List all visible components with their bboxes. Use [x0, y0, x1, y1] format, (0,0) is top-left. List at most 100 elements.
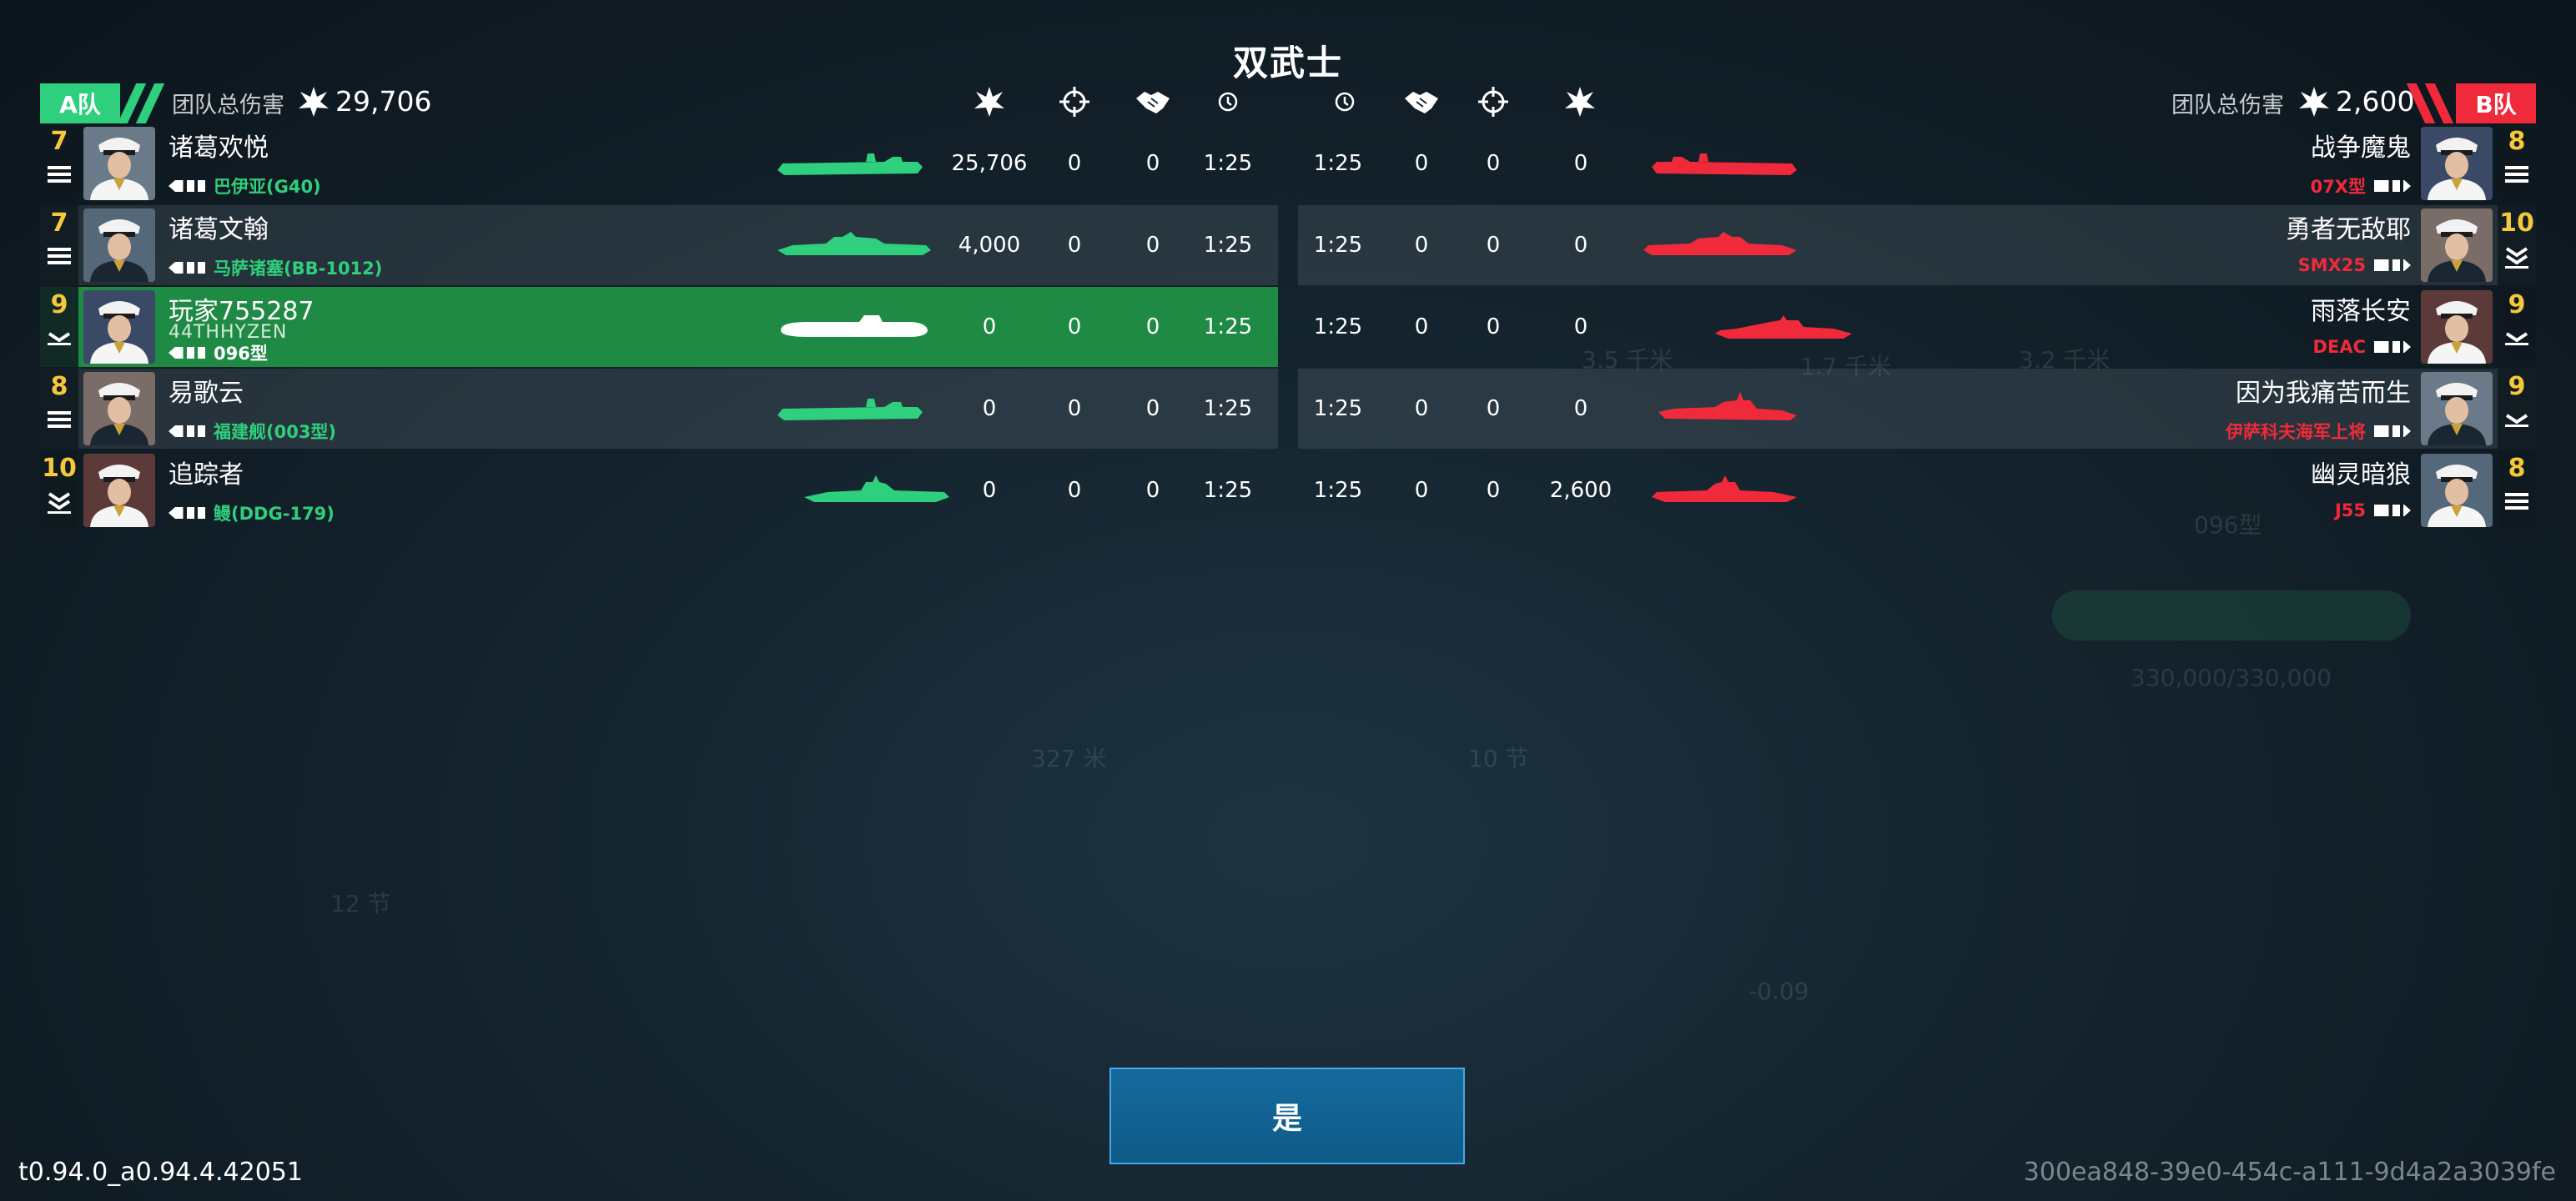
avatar	[83, 127, 155, 200]
background-hud-text: 12 节	[330, 890, 391, 917]
rank-badge: 9	[2498, 369, 2536, 449]
team-a-badge: A队	[40, 83, 120, 123]
kills-value: 0	[1486, 478, 1501, 503]
rank-badge: 9	[2498, 287, 2536, 367]
kills-value: 0	[1486, 151, 1501, 176]
damage-value: 25,706	[951, 151, 1028, 176]
player-level: 9	[50, 290, 68, 319]
avatar	[83, 454, 155, 527]
rank-badge: 8	[2498, 123, 2536, 204]
background-hud-text: 10 节	[1468, 745, 1529, 772]
ship-silhouette	[1640, 472, 1799, 512]
ship-name: 福建舰(003型)	[214, 422, 337, 442]
damage-value: 2,600	[1549, 478, 1613, 503]
confirm-button[interactable]: 是	[1109, 1068, 1465, 1164]
rank-insignia-icon	[2505, 247, 2528, 274]
survival-time: 1:25	[1203, 396, 1253, 421]
ship-class-icon	[2374, 425, 2411, 437]
damage-icon	[969, 82, 1009, 122]
player-name: 战争魔鬼	[2311, 133, 2411, 163]
rank-insignia-icon	[48, 247, 71, 269]
survival-time: 1:25	[1313, 396, 1363, 421]
ship-silhouette	[1640, 390, 1799, 430]
avatar	[2421, 127, 2493, 200]
rank-insignia-icon	[2505, 410, 2528, 432]
player-name: 因为我痛苦而生	[2236, 379, 2411, 408]
team-a-player-row[interactable]: 8 易歌云 福建舰(003型) 0 0 0 1:25	[40, 369, 1278, 449]
assists-value: 0	[1414, 314, 1429, 339]
team-b-player-row[interactable]: 1:25 0 0 0 雨落长安 DEAC 9	[1298, 287, 2536, 367]
player-level: 9	[2508, 290, 2526, 319]
team-b-player-row[interactable]: 1:25 0 0 0 勇者无敌耶 SMX25 10	[1298, 205, 2536, 285]
player-level: 9	[2508, 372, 2526, 401]
ship-name: 07X型	[2310, 177, 2366, 197]
ship-name: DEAC	[2312, 337, 2366, 357]
team-a-player-row[interactable]: 9 玩家755287 44THHYZEN 096型 0 0 0 1:25	[40, 287, 1278, 367]
player-level: 10	[42, 454, 77, 483]
ship-name: 鳗(DDG-179)	[214, 504, 335, 524]
survival-time: 1:25	[1313, 233, 1363, 258]
survival-time: 1:25	[1313, 314, 1363, 339]
team-b-player-row[interactable]: 1:25 0 0 2,600 幽灵暗狼 J55 8	[1298, 450, 2536, 530]
ship-class-icon	[2374, 259, 2411, 271]
avatar	[2421, 209, 2493, 282]
kills-value: 0	[1486, 314, 1501, 339]
team-a-player-row[interactable]: 10 追踪者 鳗(DDG-179) 0 0 0 1:25	[40, 450, 1278, 530]
rank-insignia-icon	[2505, 492, 2528, 514]
avatar	[83, 372, 155, 445]
ship-name: 伊萨科夫海军上将	[2226, 422, 2366, 442]
rank-badge: 8	[2498, 450, 2536, 530]
team-a-player-row[interactable]: 7 诸葛文翰 马萨诸塞(BB-1012) 4,000 0 0 1:25	[40, 205, 1278, 285]
kills-value: 0	[1067, 396, 1082, 421]
assists-value: 0	[1145, 314, 1160, 339]
rank-badge: 9	[40, 287, 78, 367]
ship-silhouette	[1640, 145, 1799, 185]
damage-icon	[2296, 83, 2332, 120]
avatar	[2421, 290, 2493, 364]
team-b-total-damage: 2,600	[2336, 85, 2415, 118]
team-b-player-row[interactable]: 1:25 0 0 0 因为我痛苦而生 伊萨科夫海军上将 9	[1298, 369, 2536, 449]
background-ship-silhouette	[2052, 590, 2411, 641]
player-name: 勇者无敌耶	[2286, 215, 2411, 244]
player-name: 易歌云	[169, 379, 244, 408]
assists-value: 0	[1145, 151, 1160, 176]
survival-time: 1:25	[1203, 314, 1253, 339]
rank-insignia-icon	[48, 329, 71, 350]
team-b-player-row[interactable]: 1:25 0 0 0 战争魔鬼 07X型 8	[1298, 123, 2536, 204]
team-a-total-label: 团队总伤害	[172, 93, 284, 118]
ship-silhouette	[1640, 227, 1799, 267]
player-level: 7	[50, 127, 68, 156]
assists-value: 0	[1145, 478, 1160, 503]
background-hud-text: 330,000/330,000	[2131, 664, 2332, 691]
damage-value: 0	[1573, 396, 1588, 421]
assists-value: 0	[1414, 233, 1429, 258]
survival-time: 1:25	[1313, 151, 1363, 176]
rank-insignia-icon	[48, 492, 71, 519]
handshake-icon	[1401, 82, 1441, 122]
player-name: 幽灵暗狼	[2311, 460, 2411, 490]
handshake-icon	[1133, 82, 1173, 122]
survival-time: 1:25	[1313, 478, 1363, 503]
damage-value: 4,000	[958, 233, 1021, 258]
survival-time: 1:25	[1203, 233, 1253, 258]
player-level: 7	[50, 209, 68, 238]
assists-value: 0	[1414, 151, 1429, 176]
damage-icon	[1560, 82, 1600, 122]
ship-silhouette	[776, 390, 934, 430]
avatar	[2421, 372, 2493, 445]
team-a-stripes	[117, 83, 172, 123]
survival-time: 1:25	[1203, 151, 1253, 176]
crosshair-icon	[1054, 82, 1094, 122]
ship-class-icon	[2374, 341, 2411, 353]
avatar	[83, 290, 155, 364]
survival-time: 1:25	[1203, 478, 1253, 503]
team-a-total-damage: 29,706	[335, 85, 432, 118]
ship-name: J55	[2334, 500, 2366, 520]
ship-class-icon	[169, 180, 205, 192]
rank-insignia-icon	[48, 410, 71, 432]
rank-badge: 10	[40, 450, 78, 530]
match-mode-title: 双武士	[1232, 43, 1343, 83]
team-a-player-row[interactable]: 7 诸葛欢悦 巴伊亚(G40) 25,706 0 0 1:25	[40, 123, 1278, 204]
ship-silhouette	[776, 309, 934, 349]
player-level: 8	[50, 372, 68, 401]
